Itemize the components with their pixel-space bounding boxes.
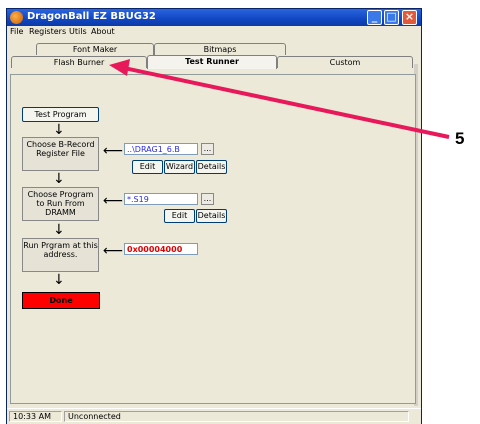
program-path-field[interactable]: *.S19 [124,193,198,205]
down-arrow-icon: ↓ [53,122,65,138]
maximize-button[interactable]: □ [384,10,399,25]
tab-font-maker[interactable]: Font Maker [36,43,154,55]
status-bar: 10:33 AM Unconnected [7,408,421,424]
window-title: DragonBall EZ BBUG32 [27,11,156,22]
program-browse-button[interactable]: ... [201,193,214,205]
tab-custom[interactable]: Custom [277,56,413,68]
menu-bar: File Registers Utils About [7,26,421,39]
tab-test-runner[interactable]: Test Runner [147,55,277,69]
srecord-path-field[interactable]: ..\DRAG1_6.B [124,143,198,155]
tab-flash-burner[interactable]: Flash Burner [11,56,147,68]
app-window: DragonBall EZ BBUG32 _ □ × File Register… [7,9,421,424]
run-address-field[interactable]: 0x00004000 [124,243,198,255]
program-edit-button[interactable]: Edit [164,209,195,223]
title-bar: DragonBall EZ BBUG32 _ □ × [7,9,421,26]
status-connection: Unconnected [64,411,409,422]
close-button[interactable]: × [402,10,417,25]
status-time: 10:33 AM [9,411,62,422]
left-arrow-icon: ⟵ [103,243,124,259]
menu-about[interactable]: About [91,27,115,36]
done-status-button[interactable]: Done [22,292,100,309]
down-arrow-icon: ↓ [53,222,65,238]
details-button[interactable]: Details [196,160,227,174]
run-program-step: Run Prgram at this address. [22,238,99,272]
minimize-button[interactable]: _ [367,10,382,25]
callout-number: 5 [455,129,465,148]
menu-file[interactable]: File [10,27,23,36]
dragonball-app-icon [10,11,23,24]
choose-srecord-step: Choose B-Record Register File [22,137,99,171]
menu-registers[interactable]: Registers [29,27,66,36]
tab-bitmaps[interactable]: Bitmaps [154,43,286,55]
test-runner-panel: Test Program ↓ Choose B-Record Register … [10,74,416,404]
maximize-icon: □ [386,10,397,23]
menu-utils[interactable]: Utils [69,27,87,36]
close-icon: × [404,10,415,23]
down-arrow-icon: ↓ [53,171,65,187]
srecord-browse-button[interactable]: ... [201,143,214,155]
left-arrow-icon: ⟵ [103,193,124,209]
minimize-icon: _ [371,10,378,23]
down-arrow-icon: ↓ [53,272,65,288]
program-details-button[interactable]: Details [196,209,227,223]
choose-program-step: Choose Program to Run From DRAMM [22,187,99,221]
test-program-button[interactable]: Test Program [22,107,99,122]
left-arrow-icon: ⟵ [103,143,124,159]
wizard-button[interactable]: Wizard [164,160,195,174]
edit-button[interactable]: Edit [132,160,163,174]
